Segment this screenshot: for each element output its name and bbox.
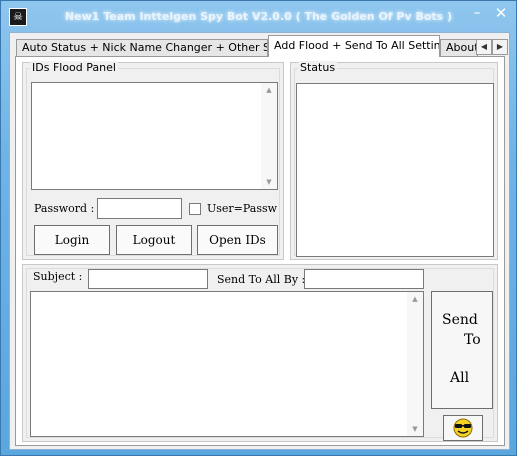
close-button[interactable]: ✕	[491, 6, 511, 22]
message-textarea[interactable]: ▲ ▼	[30, 291, 424, 437]
ids-scrollbar[interactable]: ▲ ▼	[261, 83, 277, 189]
status-panel: Status	[290, 61, 498, 260]
tab-strip: Auto Status + Nick Name Changer + Other …	[16, 35, 508, 57]
password-label: Password :	[34, 202, 95, 215]
ids-flood-panel: IDs Flood Panel ▲ ▼ Password : User=Pass…	[22, 61, 284, 260]
minimize-button[interactable]: –	[467, 6, 487, 22]
message-panel: Subject : Send To All By : ▲ ▼ Send To A…	[22, 264, 498, 442]
send-to-all-button[interactable]: Send To All	[431, 291, 493, 409]
user-equals-pass-checkbox[interactable]	[189, 203, 201, 215]
title-bar[interactable]: ☠ New1 Team Inttelgen Spy Bot V2.0.0 ( T…	[1, 1, 516, 29]
ids-textarea[interactable]: ▲ ▼	[31, 82, 278, 190]
tab-scroll-left-button[interactable]: ◀	[476, 39, 492, 55]
send-to-all-line-3: All	[450, 370, 470, 386]
scroll-up-arrow-icon[interactable]: ▲	[407, 292, 423, 306]
status-panel-title: Status	[298, 61, 338, 74]
password-input[interactable]	[97, 198, 182, 219]
subject-label: Subject :	[33, 270, 83, 283]
cool-smiley-icon	[453, 418, 473, 438]
tab-auto-status[interactable]: Auto Status + Nick Name Changer + Other …	[16, 39, 268, 57]
logout-button[interactable]: Logout	[116, 225, 192, 255]
user-equals-pass-label: User=Passw	[207, 202, 278, 215]
ids-flood-panel-title: IDs Flood Panel	[30, 61, 118, 74]
scroll-up-arrow-icon[interactable]: ▲	[261, 83, 277, 97]
smiley-button[interactable]	[443, 415, 483, 441]
send-to-all-by-label: Send To All By :	[217, 273, 306, 286]
scroll-down-arrow-icon[interactable]: ▼	[407, 422, 423, 436]
tab-about[interactable]: About	[440, 39, 478, 57]
tab-page-add-flood: IDs Flood Panel ▲ ▼ Password : User=Pass…	[15, 56, 505, 446]
tab-add-flood[interactable]: Add Flood + Send To All Settings	[268, 35, 440, 57]
tab-scroll-right-button[interactable]: ▶	[492, 39, 508, 55]
scroll-down-arrow-icon[interactable]: ▼	[261, 175, 277, 189]
send-to-all-line-2: To	[464, 332, 481, 348]
open-ids-button[interactable]: Open IDs	[197, 225, 278, 255]
client-area: Auto Status + Nick Name Changer + Other …	[9, 32, 510, 450]
message-scrollbar[interactable]: ▲ ▼	[407, 292, 423, 436]
login-button[interactable]: Login	[34, 225, 110, 255]
status-textarea[interactable]	[296, 83, 494, 257]
subject-input[interactable]	[88, 269, 208, 289]
app-window: ☠ New1 Team Inttelgen Spy Bot V2.0.0 ( T…	[0, 0, 517, 456]
window-title: New1 Team Inttelgen Spy Bot V2.0.0 ( The…	[64, 10, 453, 23]
send-to-all-by-input[interactable]	[304, 269, 424, 289]
send-to-all-line-1: Send	[442, 312, 478, 328]
